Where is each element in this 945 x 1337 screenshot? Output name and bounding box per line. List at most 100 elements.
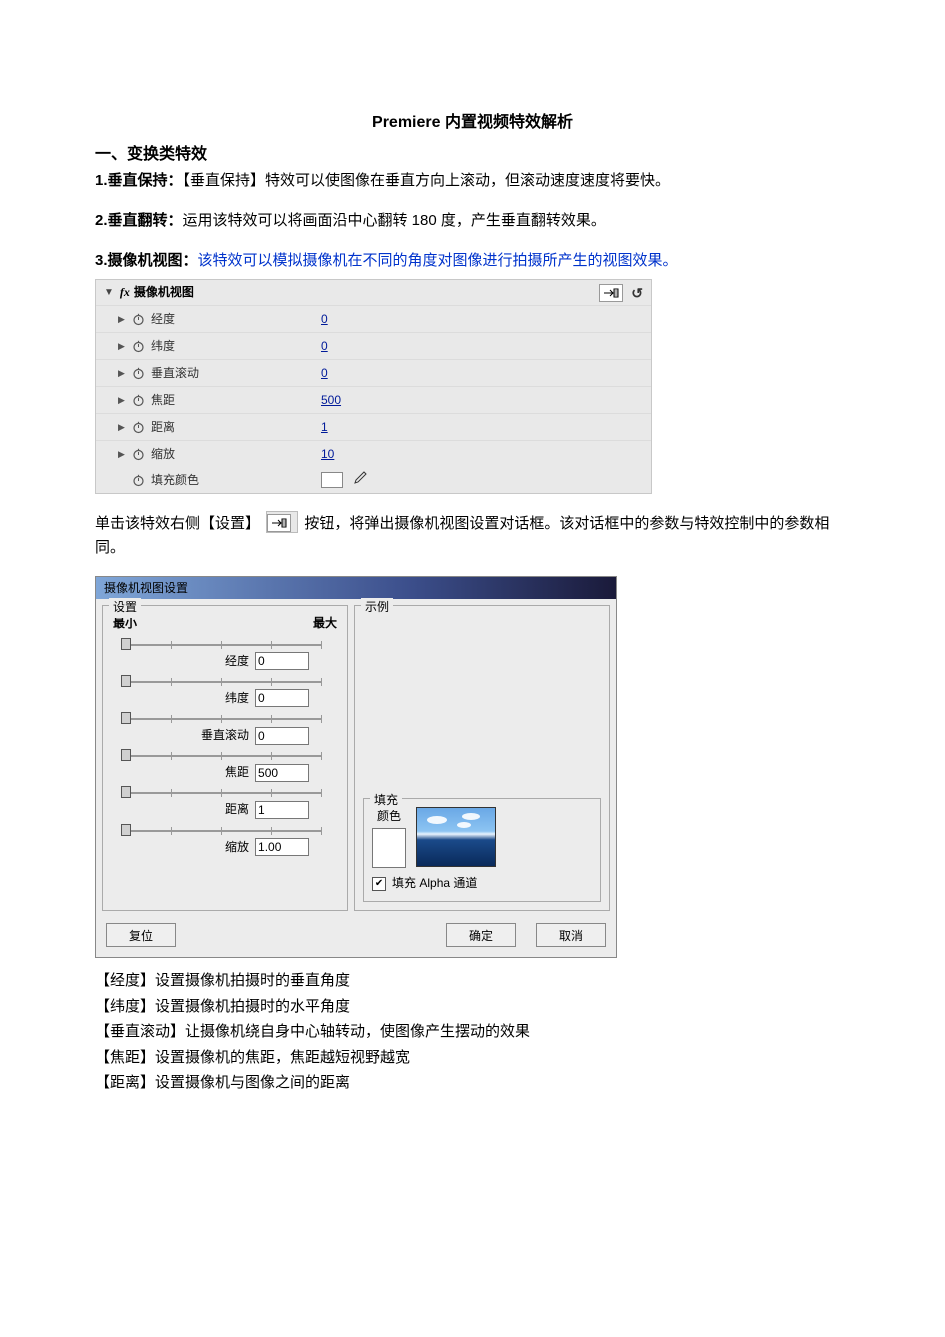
item-1-text: 【垂直保持】特效可以使图像在垂直方向上滚动，但滚动速度速度将要快。	[183, 172, 671, 189]
stopwatch-icon[interactable]	[132, 394, 145, 407]
slider-label-row: 垂直滚动	[111, 726, 339, 745]
item-2: 2.垂直翻转：运用该特效可以将画面沿中心翻转 180 度，产生垂直翻转效果。	[95, 209, 850, 233]
slider-input[interactable]	[255, 801, 309, 819]
alpha-checkbox[interactable]: ✔	[372, 877, 386, 891]
slider-input[interactable]	[255, 652, 309, 670]
expand-icon[interactable]: ▶	[118, 366, 126, 380]
slider-label: 纬度	[225, 689, 249, 708]
expand-icon[interactable]: ▶	[118, 312, 126, 326]
collapse-triangle-icon[interactable]: ▼	[104, 285, 114, 301]
slider-row: 焦距	[111, 749, 339, 782]
dialog-titlebar[interactable]: 摄像机视图设置	[96, 577, 616, 599]
slider[interactable]	[121, 712, 321, 724]
fill-color-swatch[interactable]	[372, 828, 406, 868]
item-3-label: 3.摄像机视图：	[95, 252, 198, 269]
example-fieldset: 示例 填充 颜色 ✔ 填充 Alpha	[354, 605, 610, 911]
property-name: 纬度	[151, 337, 321, 356]
property-value[interactable]: 0	[321, 337, 328, 356]
property-value[interactable]: 0	[321, 364, 328, 383]
mid-text-a: 单击该特效右侧【设置】	[95, 515, 260, 532]
reset-icon[interactable]: ↺	[631, 286, 643, 300]
panel-row: ▶ 垂直滚动0	[96, 360, 651, 387]
slider[interactable]	[121, 824, 321, 836]
property-value[interactable]: 500	[321, 391, 341, 410]
panel-row: ▶ 纬度0	[96, 333, 651, 360]
stopwatch-icon[interactable]	[132, 340, 145, 353]
slider-label: 垂直滚动	[201, 726, 249, 745]
explain-line: 【经度】设置摄像机拍摄时的垂直角度	[95, 968, 850, 994]
slider[interactable]	[121, 749, 321, 761]
item-1-label: 1.垂直保持：	[95, 172, 183, 189]
stopwatch-icon[interactable]	[132, 313, 145, 326]
effect-panel: ▼ fx 摄像机视图 ↺ ▶经度0▶纬度0▶垂直滚动0▶焦距500▶距离1▶缩放…	[95, 279, 652, 494]
slider-input[interactable]	[255, 838, 309, 856]
item-3-text: 该特效可以模拟摄像机在不同的角度对图像进行拍摄所产生的视图效果。	[198, 252, 678, 269]
preview-area	[363, 612, 601, 794]
fill-fieldset: 填充 颜色 ✔ 填充 Alpha 通道	[363, 798, 601, 902]
minmax-labels: 最小 最大	[111, 612, 339, 633]
panel-row: ▶ 焦距500	[96, 387, 651, 414]
stopwatch-icon[interactable]	[132, 367, 145, 380]
settings-fieldset: 设置 最小 最大 经度纬度垂直滚动焦距距离缩放	[102, 605, 348, 911]
dialog-buttons: 复位 确定 取消	[96, 917, 616, 957]
stopwatch-icon[interactable]	[132, 474, 145, 487]
stopwatch-icon[interactable]	[132, 448, 145, 461]
property-value[interactable]: 0	[321, 310, 328, 329]
camera-view-dialog: 摄像机视图设置 设置 最小 最大 经度纬度垂直滚动焦距距离缩放 示例 填充	[95, 576, 617, 958]
property-name: 焦距	[151, 391, 321, 410]
fx-icon: fx	[120, 283, 130, 302]
mid-paragraph: 单击该特效右侧【设置】 按钮，将弹出摄像机视图设置对话框。该对话框中的参数与特效…	[95, 512, 850, 560]
effect-name: 摄像机视图	[134, 283, 194, 302]
explain-line: 【纬度】设置摄像机拍摄时的水平角度	[95, 994, 850, 1020]
slider-label: 缩放	[225, 838, 249, 857]
page-title: Premiere 内置视频特效解析	[95, 110, 850, 136]
effect-panel-header[interactable]: ▼ fx 摄像机视图 ↺	[96, 280, 651, 306]
property-value[interactable]: 10	[321, 445, 334, 464]
panel-row: ▶ 经度0	[96, 306, 651, 333]
property-name: 缩放	[151, 445, 321, 464]
slider-row: 垂直滚动	[111, 712, 339, 745]
stopwatch-icon[interactable]	[132, 421, 145, 434]
property-name: 经度	[151, 310, 321, 329]
slider-row: 距离	[111, 786, 339, 819]
expand-icon[interactable]: ▶	[118, 339, 126, 353]
slider[interactable]	[121, 786, 321, 798]
settings-legend: 设置	[109, 598, 141, 617]
slider-label: 距离	[225, 800, 249, 819]
property-value[interactable]: 1	[321, 418, 328, 437]
eyedropper-icon[interactable]	[353, 469, 367, 491]
property-name: 距离	[151, 418, 321, 437]
slider[interactable]	[121, 675, 321, 687]
slider-row: 经度	[111, 638, 339, 671]
slider-row: 缩放	[111, 824, 339, 857]
slider-label-row: 纬度	[111, 689, 339, 708]
item-1: 1.垂直保持：【垂直保持】特效可以使图像在垂直方向上滚动，但滚动速度速度将要快。	[95, 169, 850, 193]
preview-thumbnail	[416, 807, 496, 867]
reset-button[interactable]: 复位	[106, 923, 176, 947]
slider-input[interactable]	[255, 689, 309, 707]
explain-line: 【距离】设置摄像机与图像之间的距离	[95, 1070, 850, 1096]
property-name: 垂直滚动	[151, 364, 321, 383]
fill-color-label: 填充颜色	[151, 471, 321, 490]
slider-label: 经度	[225, 652, 249, 671]
slider-input[interactable]	[255, 764, 309, 782]
explain-line: 【焦距】设置摄像机的焦距，焦距越短视野越宽	[95, 1045, 850, 1071]
explain-line: 【垂直滚动】让摄像机绕自身中心轴转动，使图像产生摆动的效果	[95, 1019, 850, 1045]
slider-row: 纬度	[111, 675, 339, 708]
slider-input[interactable]	[255, 727, 309, 745]
expand-icon[interactable]: ▶	[118, 393, 126, 407]
example-legend: 示例	[361, 598, 393, 617]
slider[interactable]	[121, 638, 321, 650]
ok-button[interactable]: 确定	[446, 923, 516, 947]
slider-label-row: 缩放	[111, 838, 339, 857]
color-swatch[interactable]	[321, 472, 343, 488]
cancel-button[interactable]: 取消	[536, 923, 606, 947]
slider-label-row: 经度	[111, 652, 339, 671]
slider-label: 焦距	[225, 763, 249, 782]
item-2-text: 运用该特效可以将画面沿中心翻转 180 度，产生垂直翻转效果。	[183, 212, 606, 229]
expand-icon[interactable]: ▶	[118, 420, 126, 434]
expand-icon[interactable]: ▶	[118, 447, 126, 461]
setup-icon[interactable]	[599, 284, 623, 302]
section-heading: 一、变换类特效	[95, 142, 850, 168]
slider-label-row: 距离	[111, 800, 339, 819]
